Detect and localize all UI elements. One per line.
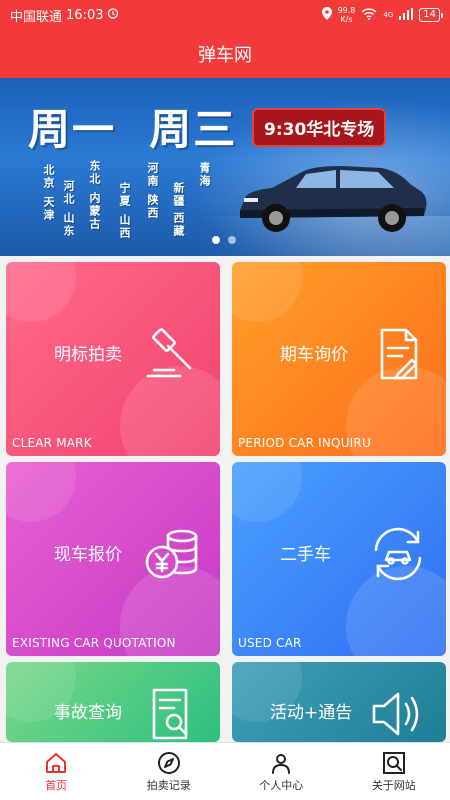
search-frame-icon <box>382 751 405 774</box>
network-speed: 99.8 K/s <box>337 6 356 24</box>
banner-headline: 周一 周三 <box>28 105 238 154</box>
carousel-dot[interactable] <box>212 236 220 244</box>
battery-indicator: 14 <box>419 8 443 22</box>
user-icon <box>272 753 291 774</box>
banner-city: 西藏 <box>172 212 185 238</box>
promo-banner[interactable]: 周一 周三 9:30华北专场 北京 天津 河北 山东 东北 内蒙古 宁夏 山西 … <box>0 78 450 256</box>
card-existing-car-quotation[interactable]: 现车报价 EXISTING CAR QUOTATION <box>6 462 220 656</box>
coins-yuan-icon <box>142 524 202 584</box>
card-subtitle: USED CAR <box>238 636 302 650</box>
card-label: 明标拍卖 <box>54 345 122 365</box>
tab-home[interactable]: 首页 <box>0 743 113 800</box>
card-decoration <box>6 462 76 522</box>
banner-city: 内蒙古 <box>88 192 101 231</box>
banner-city: 陕西 <box>146 194 159 220</box>
document-edit-icon <box>368 324 428 384</box>
banner-city: 河北 <box>62 180 75 206</box>
tab-label: 首页 <box>45 778 68 792</box>
banner-city: 河南 <box>146 162 159 188</box>
card-subtitle: CLEAR MARK <box>12 436 92 450</box>
banner-city: 新疆 <box>172 182 185 208</box>
card-accident-query[interactable]: 事故查询 <box>6 662 220 742</box>
tab-label: 关于网站 <box>371 778 416 792</box>
card-decoration <box>232 462 302 522</box>
signal-icon <box>399 7 414 23</box>
card-period-car-inquiry[interactable]: 期车询价 PERIOD CAR INQUIRU <box>232 262 446 456</box>
card-clear-mark[interactable]: 明标拍卖 CLEAR MARK <box>6 262 220 456</box>
banner-tag: 9:30华北专场 <box>252 108 387 147</box>
compass-icon <box>157 751 180 774</box>
document-search-icon <box>142 684 202 742</box>
card-subtitle: EXISTING CAR QUOTATION <box>12 636 176 650</box>
card-used-car[interactable]: 二手车 USED CAR <box>232 462 446 656</box>
card-decoration <box>232 262 302 322</box>
tab-label: 拍卖记录 <box>146 778 191 792</box>
home-icon <box>46 752 67 773</box>
status-bar: 中国联通 16:03 99.8 K/s 4G 14 <box>0 0 450 30</box>
banner-city: 天津 <box>42 196 55 222</box>
card-label: 期车询价 <box>280 345 348 365</box>
wifi-icon <box>361 7 377 23</box>
card-subtitle: PERIOD CAR INQUIRU <box>238 436 371 450</box>
banner-city: 山东 <box>62 212 75 238</box>
banner-city: 宁夏 <box>118 182 131 208</box>
card-label: 二手车 <box>280 545 331 565</box>
location-icon <box>321 7 332 23</box>
banner-city: 东北 <box>88 160 101 186</box>
card-label: 事故查询 <box>54 703 122 723</box>
page-title: 弹车网 <box>198 45 252 66</box>
network-type: 4G <box>383 11 394 19</box>
car-cycle-icon <box>368 524 428 584</box>
banner-city: 青海 <box>198 162 211 188</box>
card-decoration <box>6 262 76 322</box>
carousel-dots <box>212 236 236 244</box>
banner-city: 山西 <box>118 214 131 240</box>
card-label: 活动+通告 <box>270 703 353 723</box>
speaker-icon <box>368 684 428 742</box>
app-header: 弹车网 <box>0 30 450 78</box>
card-label: 现车报价 <box>54 545 122 565</box>
alarm-icon <box>107 7 119 23</box>
carrier-label: 中国联通 <box>10 9 63 25</box>
tab-about-site[interactable]: 关于网站 <box>338 743 450 800</box>
bottom-tab-bar: 首页 拍卖记录 个人中心 关于网站 <box>0 742 450 800</box>
gavel-icon <box>142 324 202 384</box>
clock: 16:03 <box>66 7 104 23</box>
card-activity-notice[interactable]: 活动+通告 <box>232 662 446 742</box>
tab-auction-records[interactable]: 拍卖记录 <box>113 743 226 800</box>
banner-city: 北京 <box>42 164 55 190</box>
car-illustration <box>240 166 427 232</box>
carousel-dot[interactable] <box>228 236 236 244</box>
tab-personal-center[interactable]: 个人中心 <box>225 743 338 800</box>
tab-label: 个人中心 <box>259 778 304 792</box>
